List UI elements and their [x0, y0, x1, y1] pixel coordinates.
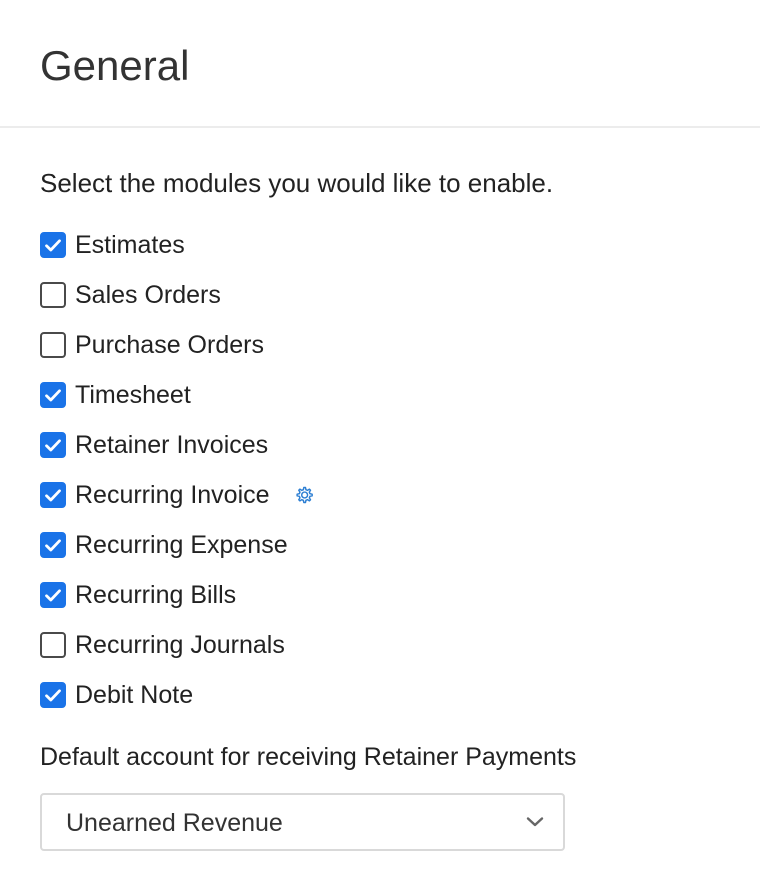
modules-intro-text: Select the modules you would like to ena…: [40, 168, 554, 198]
retainer-account-label: Default account for receiving Retainer P…: [40, 743, 577, 771]
modules-list: Estimates Sales Orders Purchase Orders T…: [40, 220, 316, 720]
module-recurring-journals[interactable]: Recurring Journals: [40, 620, 316, 670]
recurring-journals-checkbox[interactable]: [40, 632, 66, 658]
recurring-bills-checkbox[interactable]: [40, 582, 66, 608]
purchase-orders-checkbox[interactable]: [40, 332, 66, 358]
module-retainer-invoices[interactable]: Retainer Invoices: [40, 420, 316, 470]
retainer-invoices-label: Retainer Invoices: [75, 431, 269, 459]
recurring-expense-checkbox[interactable]: [40, 532, 66, 558]
module-timesheet[interactable]: Timesheet: [40, 370, 316, 420]
recurring-expense-label: Recurring Expense: [75, 531, 288, 559]
retainer-invoices-checkbox[interactable]: [40, 432, 66, 458]
recurring-invoice-checkbox[interactable]: [40, 482, 66, 508]
debit-note-checkbox[interactable]: [40, 682, 66, 708]
gear-icon[interactable]: [292, 483, 316, 507]
recurring-invoice-label: Recurring Invoice: [75, 481, 270, 509]
timesheet-label: Timesheet: [75, 381, 191, 409]
sales-orders-checkbox[interactable]: [40, 282, 66, 308]
sales-orders-label: Sales Orders: [75, 281, 221, 309]
module-recurring-invoice[interactable]: Recurring Invoice: [40, 470, 316, 520]
estimates-label: Estimates: [75, 231, 185, 259]
page-title: General: [40, 42, 190, 89]
purchase-orders-label: Purchase Orders: [75, 331, 264, 359]
retainer-account-select[interactable]: Unearned Revenue: [40, 793, 565, 851]
page-header: General: [0, 0, 760, 128]
chevron-down-icon: [525, 814, 545, 830]
estimates-checkbox[interactable]: [40, 232, 66, 258]
module-estimates[interactable]: Estimates: [40, 220, 316, 270]
module-sales-orders[interactable]: Sales Orders: [40, 270, 316, 320]
module-debit-note[interactable]: Debit Note: [40, 670, 316, 720]
retainer-account-selected-value: Unearned Revenue: [66, 809, 283, 837]
recurring-journals-label: Recurring Journals: [75, 631, 285, 659]
debit-note-label: Debit Note: [75, 681, 194, 709]
module-recurring-bills[interactable]: Recurring Bills: [40, 570, 316, 620]
module-recurring-expense[interactable]: Recurring Expense: [40, 520, 316, 570]
timesheet-checkbox[interactable]: [40, 382, 66, 408]
module-purchase-orders[interactable]: Purchase Orders: [40, 320, 316, 370]
recurring-bills-label: Recurring Bills: [75, 581, 237, 609]
